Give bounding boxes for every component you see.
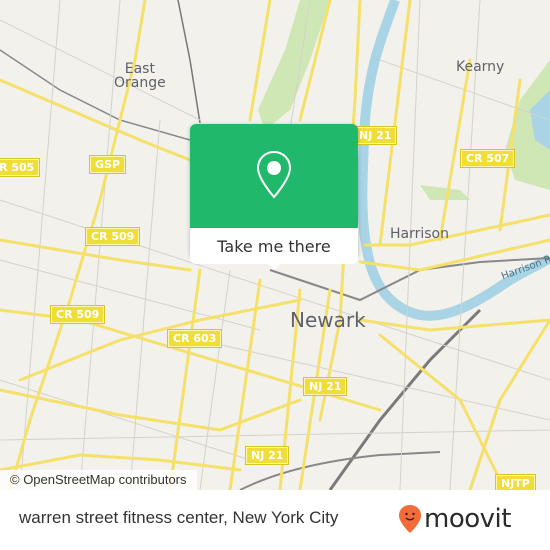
road-shield-cr509-bottom: CR 509 <box>49 305 106 324</box>
moovit-pin-icon <box>399 505 421 533</box>
map-view[interactable]: East Orange Kearny Harrison Newark GSP C… <box>0 0 550 490</box>
location-pin-icon <box>256 150 292 199</box>
place-label-newark: Newark <box>290 308 366 332</box>
moovit-logo[interactable]: moovit <box>398 504 511 534</box>
road-shield-cr509-top: CR 509 <box>84 227 141 246</box>
road-shield-nj21-mid: NJ 21 <box>302 377 348 396</box>
road-shield-nj21-bottom: NJ 21 <box>244 446 290 465</box>
osm-attribution[interactable]: © OpenStreetMap contributors <box>0 470 197 490</box>
place-label-harrison: Harrison <box>390 226 449 242</box>
place-label-kearny: Kearny <box>456 59 505 75</box>
east-orange-text: East Orange <box>114 61 166 91</box>
road-shield-gsp: GSP <box>88 155 127 174</box>
destination-popup[interactable]: Take me there <box>190 124 358 270</box>
park-harrison <box>420 185 470 200</box>
road-shield-cr505: CR 505 <box>0 158 41 177</box>
moovit-wordmark: moovit <box>424 504 511 534</box>
place-label-east-orange: East Orange <box>114 62 166 90</box>
road-shield-cr603: CR 603 <box>166 329 223 348</box>
road-shield-cr507: CR 507 <box>459 149 516 168</box>
take-me-there-button[interactable]: Take me there <box>190 228 358 264</box>
rail-line <box>328 308 482 490</box>
popup-header[interactable] <box>190 124 358 228</box>
park-branch-brook <box>258 0 330 130</box>
road-shield-nj21-top: NJ 21 <box>352 126 398 145</box>
footer-bar: warren street fitness center, New York C… <box>0 490 550 550</box>
place-title: warren street fitness center, New York C… <box>19 508 339 527</box>
rail-line <box>177 0 201 124</box>
road-shield-njtp: NJTP <box>495 474 536 490</box>
popup-pointer <box>266 262 282 270</box>
